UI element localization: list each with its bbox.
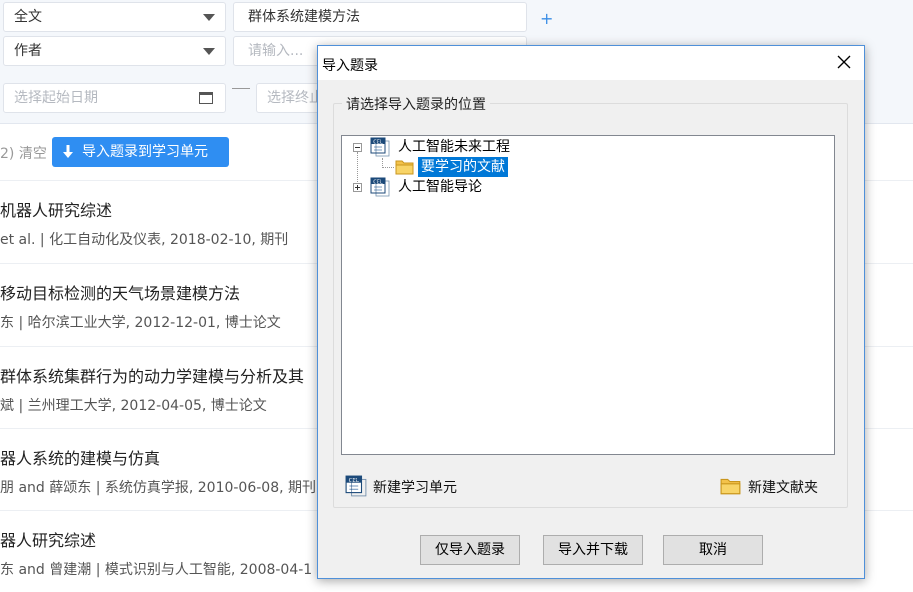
cel-unit-icon: CEL xyxy=(370,137,390,157)
cel-icon-text: CEL xyxy=(373,179,383,185)
dialog-title: 导入题录 xyxy=(322,58,378,74)
folder-icon xyxy=(395,160,414,175)
cancel-button[interactable]: 取消 xyxy=(663,535,763,565)
result-meta: 东 and 曾建潮 | 模式识别与人工智能, 2008-04-1 xyxy=(0,562,313,578)
result-title[interactable]: 群体系统集群行为的动力学建模与分析及其 xyxy=(0,363,304,387)
import-only-button[interactable]: 仅导入题录 xyxy=(420,535,520,565)
calendar-icon[interactable] xyxy=(199,92,213,104)
cel-icon-text: CEL xyxy=(349,478,360,484)
chevron-down-icon xyxy=(203,14,215,21)
folder-icon xyxy=(720,478,741,495)
field-select-2[interactable]: 作者 xyxy=(3,36,226,66)
add-condition-button[interactable]: + xyxy=(540,9,553,28)
download-arrow-icon xyxy=(63,145,73,158)
field-select-1-value: 全文 xyxy=(14,9,42,25)
cel-unit-icon: CEL xyxy=(345,475,367,497)
new-folder-button[interactable]: 新建文献夹 xyxy=(720,475,850,497)
tree-node-label: 要学习的文献 xyxy=(418,157,508,177)
tree-node-label: 人工智能未来工程 xyxy=(398,139,510,155)
import-to-unit-button[interactable]: 导入题录到学习单元 xyxy=(52,137,229,167)
import-and-download-button[interactable]: 导入并下载 xyxy=(543,535,643,565)
search-value-input-1[interactable]: 群体系统建模方法 xyxy=(233,2,527,32)
location-tree[interactable]: CEL 人工智能未来工程 要学习的文献 CEL 人工智能导论 xyxy=(341,135,835,455)
tree-node-selected[interactable]: 要学习的文献 xyxy=(342,157,642,177)
cel-icon-text: CEL xyxy=(373,139,383,145)
result-title[interactable]: 器人系统的建模与仿真 xyxy=(0,445,160,469)
date-range-separator xyxy=(232,88,250,89)
location-group-label: 请选择导入题录的位置 xyxy=(342,94,490,114)
dialog-titlebar[interactable]: 导入题录 xyxy=(318,46,864,80)
clear-selection-link[interactable]: 2) 清空 xyxy=(0,143,47,163)
result-meta: 东 | 哈尔滨工业大学, 2012-12-01, 博士论文 xyxy=(0,315,281,331)
import-to-unit-label: 导入题录到学习单元 xyxy=(82,144,208,160)
new-learning-unit-label: 新建学习单元 xyxy=(373,480,457,496)
date-start-input[interactable]: 选择起始日期 xyxy=(3,83,226,113)
collapse-toggle[interactable] xyxy=(353,143,362,152)
result-meta: 斌 | 兰州理工大学, 2012-04-05, 博士论文 xyxy=(0,398,267,414)
cel-unit-icon: CEL xyxy=(370,177,390,197)
new-learning-unit-button[interactable]: CEL 新建学习单元 xyxy=(345,475,505,497)
field-select-2-value: 作者 xyxy=(14,43,42,59)
new-folder-label: 新建文献夹 xyxy=(748,480,818,496)
result-title[interactable]: 器人研究综述 xyxy=(0,527,96,551)
result-meta: et al. | 化工自动化及仪表, 2018-02-10, 期刊 xyxy=(0,232,289,248)
field-select-1[interactable]: 全文 xyxy=(3,2,226,32)
date-start-placeholder: 选择起始日期 xyxy=(14,90,98,106)
expand-toggle[interactable] xyxy=(353,183,362,192)
result-meta: 朋 and 薛颂东 | 系统仿真学报, 2010-06-08, 期刊 xyxy=(0,480,317,496)
close-icon[interactable] xyxy=(836,54,852,70)
result-title[interactable]: 移动目标检测的天气场景建模方法 xyxy=(0,280,240,304)
tree-node[interactable]: CEL 人工智能导论 xyxy=(342,177,642,197)
tree-node[interactable]: CEL 人工智能未来工程 xyxy=(342,137,642,157)
chevron-down-icon xyxy=(203,48,215,55)
import-dialog: 导入题录 请选择导入题录的位置 CEL 人工智能未来工程 要学习的文献 CEL … xyxy=(317,45,865,579)
tree-node-label: 人工智能导论 xyxy=(398,179,482,195)
result-title[interactable]: 机器人研究综述 xyxy=(0,197,112,221)
